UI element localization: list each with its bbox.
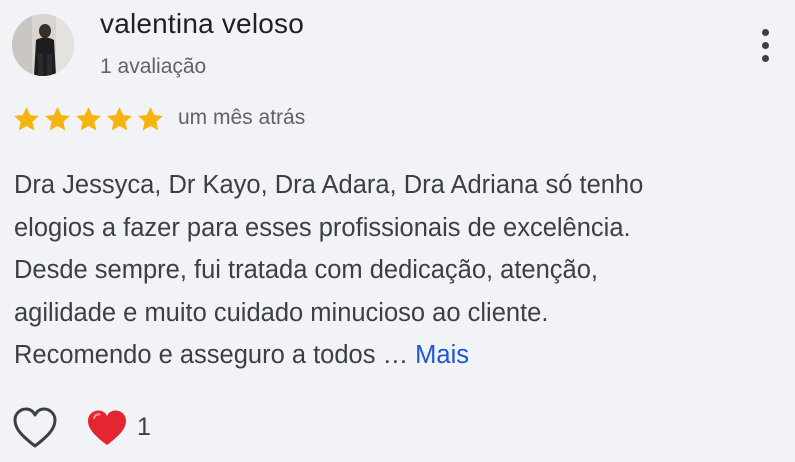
- star-rating: [12, 105, 165, 134]
- review-text-line: Recomendo e asseguro a todos …: [14, 341, 409, 369]
- review-date: um mês atrás: [178, 106, 306, 129]
- star-icon: [45, 107, 70, 131]
- star-icon: [14, 107, 39, 131]
- review-count: 1 avaliação: [100, 55, 207, 78]
- menu-dot: [761, 54, 769, 62]
- menu-dot: [761, 28, 769, 36]
- star-icon: [76, 107, 101, 131]
- review-text-last-line: Recomendo e asseguro a todos … Mais: [14, 334, 784, 377]
- heart-outline-icon[interactable]: [12, 406, 58, 450]
- author-name[interactable]: valentina veloso: [100, 8, 304, 40]
- reaction-count: 1: [137, 413, 151, 441]
- menu-dot: [761, 41, 769, 49]
- review-text-line: agilidade e muito cuidado minucioso ao c…: [14, 298, 549, 327]
- red-heart-icon: [88, 410, 126, 445]
- review-text: Dra Jessyca, Dr Kayo, Dra Adara, Dra Adr…: [14, 164, 784, 377]
- review-card: valentina veloso 1 avaliação um mês atrá…: [0, 0, 795, 462]
- more-vert-icon[interactable]: [748, 22, 782, 68]
- review-text-line: Desde sempre, fui tratada com dedicação,…: [14, 256, 598, 284]
- star-icon: [107, 107, 132, 131]
- avatar[interactable]: [12, 14, 74, 76]
- review-text-line: elogios a fazer para esses profissionais…: [14, 213, 631, 242]
- star-icon: [138, 107, 163, 131]
- more-link[interactable]: Mais: [415, 341, 469, 369]
- review-text-line: Dra Jessyca, Dr Kayo, Dra Adara, Dra Adr…: [14, 171, 644, 199]
- profile-photo: [12, 14, 74, 76]
